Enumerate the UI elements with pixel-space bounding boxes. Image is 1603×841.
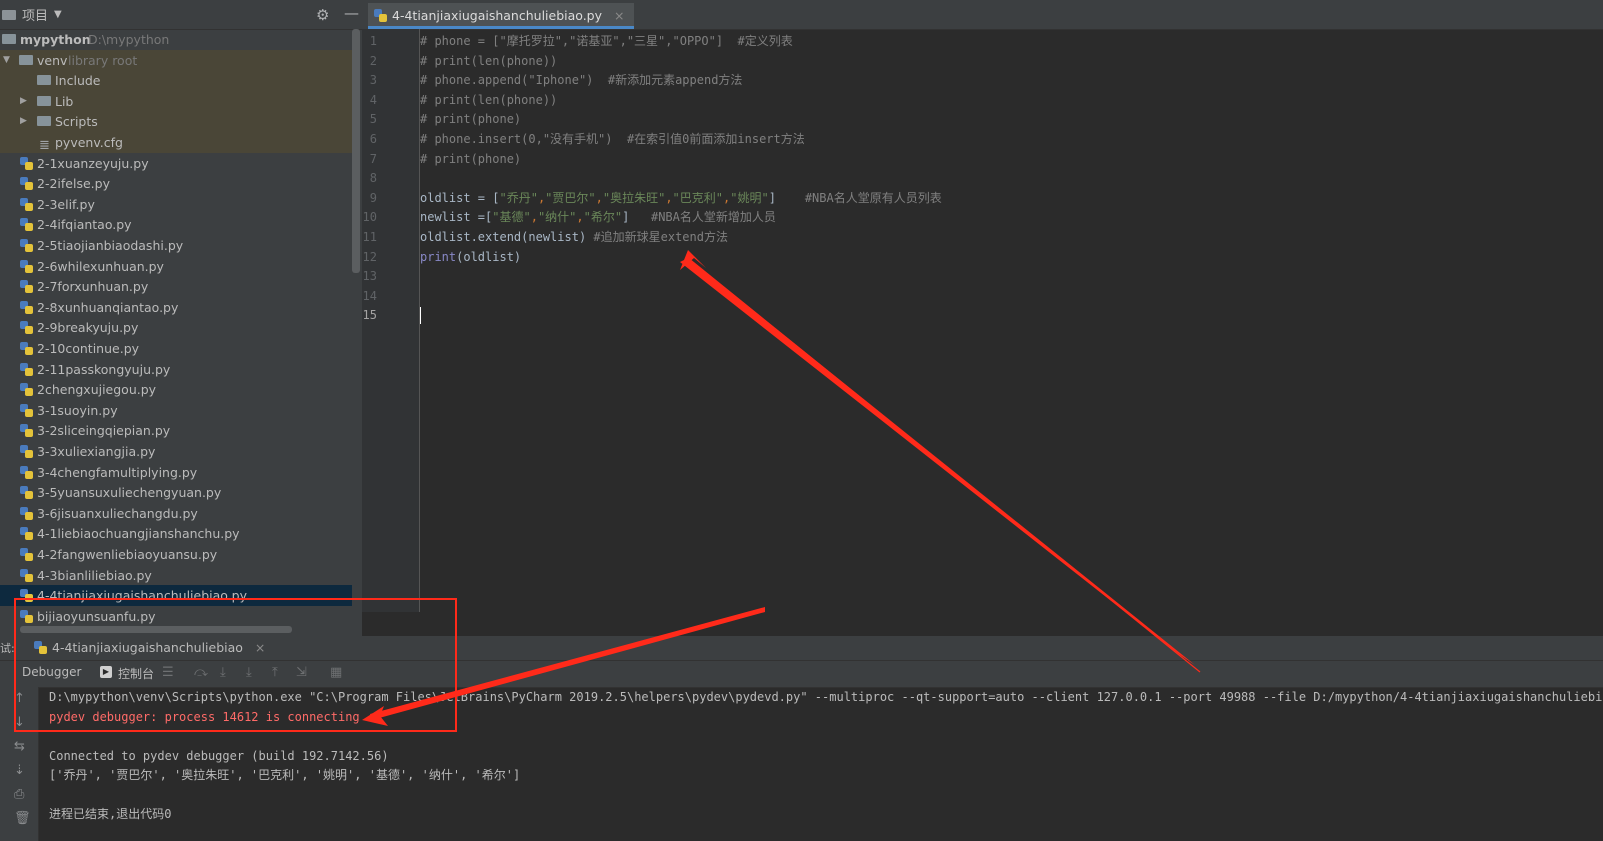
annotation-arrow-shaft-2 — [370, 607, 765, 720]
annotation-arrow-shaft — [680, 258, 1195, 665]
annotation-arrows — [362, 250, 1201, 726]
